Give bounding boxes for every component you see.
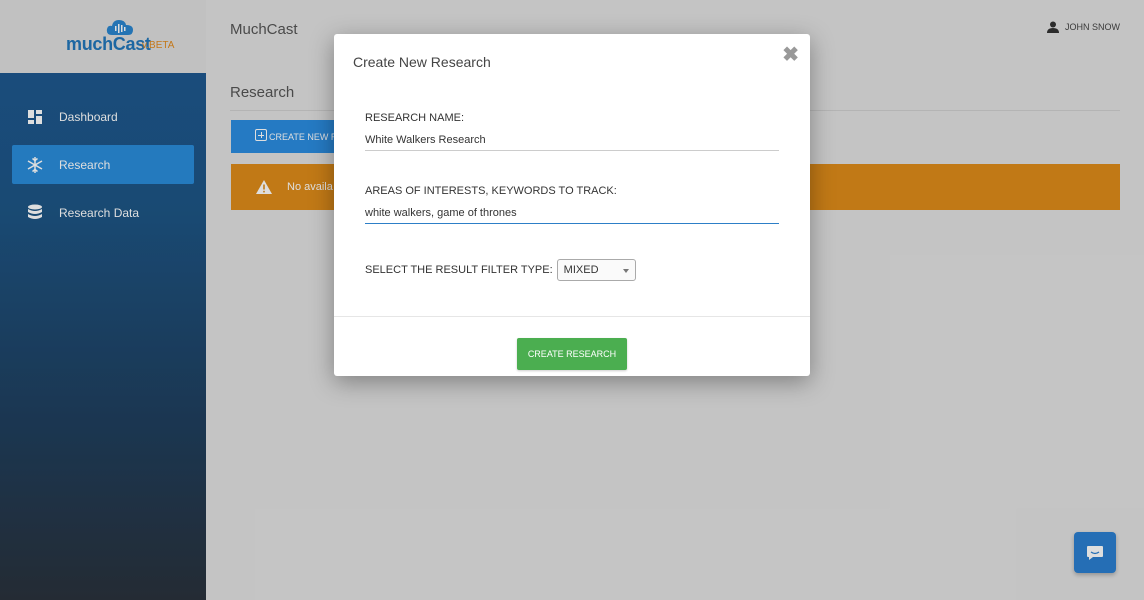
filter-type-label: SELECT THE RESULT FILTER TYPE: bbox=[365, 264, 553, 276]
modal-divider bbox=[334, 316, 810, 317]
modal-title: Create New Research bbox=[353, 54, 491, 70]
keywords-input[interactable] bbox=[365, 202, 779, 224]
chevron-down-icon bbox=[622, 269, 629, 273]
research-name-input[interactable] bbox=[365, 129, 779, 151]
filter-type-value: MIXED bbox=[563, 264, 599, 276]
create-research-button[interactable]: CREATE RESEARCH bbox=[517, 338, 627, 370]
create-research-modal: Create New Research ✖ RESEARCH NAME: ARE… bbox=[334, 34, 810, 376]
close-icon[interactable]: ✖ bbox=[782, 42, 799, 67]
filter-type-select[interactable]: MIXED bbox=[556, 259, 636, 281]
research-name-label: RESEARCH NAME: bbox=[365, 112, 465, 124]
filter-row: SELECT THE RESULT FILTER TYPE: MIXED bbox=[365, 259, 636, 281]
keywords-label: AREAS OF INTERESTS, KEYWORDS TO TRACK: bbox=[365, 185, 617, 197]
